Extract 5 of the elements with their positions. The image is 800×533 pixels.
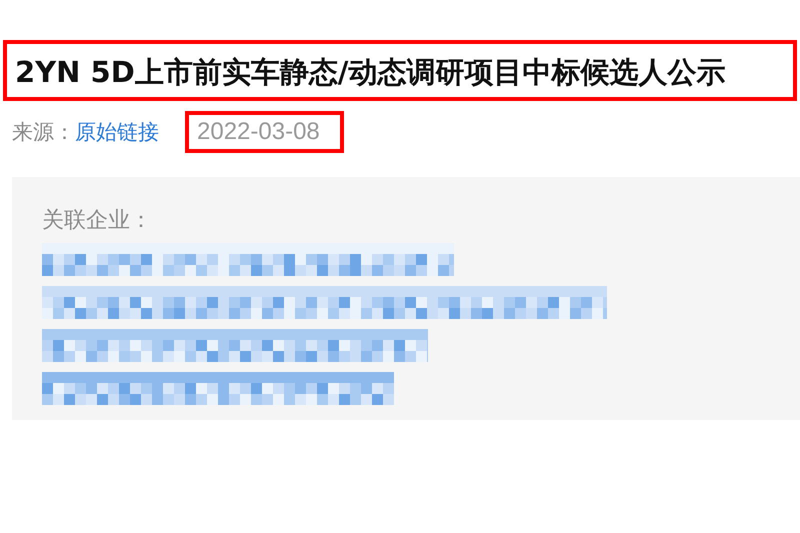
publish-date: 2022-03-08 — [185, 111, 344, 153]
source-label: 来源： — [12, 119, 75, 146]
source-link[interactable]: 原始链接 — [75, 118, 159, 146]
related-companies-label: 关联企业： — [42, 207, 153, 235]
article-title: 2YN 5D上市前实车静态/动态调研项目中标候选人公示 — [3, 40, 797, 101]
